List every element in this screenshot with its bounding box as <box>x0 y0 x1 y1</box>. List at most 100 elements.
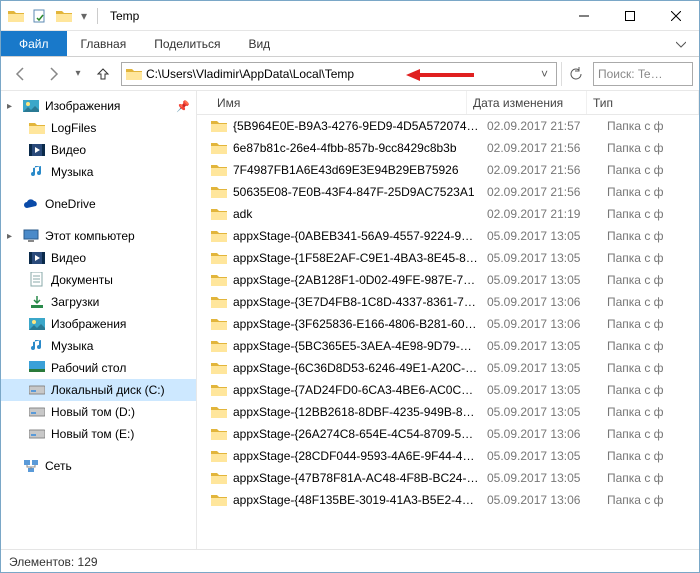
ribbon-tab-view[interactable]: Вид <box>234 31 284 56</box>
downloads-icon <box>29 294 45 310</box>
ribbon: Файл Главная Поделиться Вид <box>1 31 699 57</box>
sidebar[interactable]: ▸Изображения📌LogFilesВидеоМузыкаOneDrive… <box>1 91 197 549</box>
file-row[interactable]: appxStage-{47B78F81A-AC48-4F8B-BC24-…05.… <box>197 467 699 489</box>
sidebar-label: Видео <box>51 251 196 265</box>
file-row[interactable]: appxStage-{12BB2618-8DBF-4235-949B-8…05.… <box>197 401 699 423</box>
desktop-icon <box>29 360 45 376</box>
address-bar[interactable]: C:\Users\Vladimir\AppData\Local\Temp ˅ <box>121 62 557 86</box>
sidebar-item[interactable]: Документы <box>1 269 196 291</box>
qat-properties-icon[interactable] <box>29 5 51 27</box>
folder-icon <box>5 5 27 27</box>
sidebar-item[interactable]: Изображения <box>1 313 196 335</box>
file-row[interactable]: appxStage-{2AB128F1-0D02-49FE-987E-7…05.… <box>197 269 699 291</box>
refresh-button[interactable] <box>561 62 589 86</box>
file-row[interactable]: 6e87b81c-26e4-4fbb-857b-9cc8429c8b3b02.0… <box>197 137 699 159</box>
file-row[interactable]: 50635E08-7E0B-43F4-847F-25D9AC7523A102.0… <box>197 181 699 203</box>
sidebar-item[interactable]: Новый том (E:) <box>1 423 196 445</box>
column-type[interactable]: Тип <box>587 91 699 114</box>
file-row[interactable]: appxStage-{26A274C8-654E-4C54-8709-5…05.… <box>197 423 699 445</box>
qat-newfolder-icon[interactable] <box>53 5 75 27</box>
column-header[interactable]: Имя Дата изменения Тип <box>197 91 699 115</box>
search-placeholder: Поиск: Te… <box>598 67 688 81</box>
file-name: appxStage-{26A274C8-654E-4C54-8709-5… <box>233 427 481 441</box>
folder-icon <box>211 493 227 507</box>
address-dropdown-icon[interactable]: ˅ <box>537 67 552 81</box>
column-date[interactable]: Дата изменения <box>467 91 587 114</box>
file-row[interactable]: appxStage-{5BC365E5-3AEA-4E98-9D79-…05.0… <box>197 335 699 357</box>
video-icon <box>29 250 45 266</box>
qat-dropdown-icon[interactable]: ▾ <box>77 5 91 27</box>
file-date: 05.09.2017 13:05 <box>481 471 601 485</box>
file-row[interactable]: appxStage-{3F625836-E166-4806-B281-60…05… <box>197 313 699 335</box>
folder-icon <box>211 207 227 221</box>
search-input[interactable]: Поиск: Te… <box>593 62 693 86</box>
file-name: appxStage-{3E7D4FB8-1C8D-4337-8361-7… <box>233 295 481 309</box>
file-row[interactable]: appxStage-{48F135BE-3019-41A3-B5E2-4…05.… <box>197 489 699 511</box>
sidebar-item[interactable]: Видео <box>1 247 196 269</box>
file-row[interactable]: 7F4987FB1A6E43d69E3E94B29EB7592602.09.20… <box>197 159 699 181</box>
sidebar-item[interactable]: Музыка <box>1 161 196 183</box>
file-row[interactable]: appxStage-{6C36D8D53-6246-49E1-A20C-…05.… <box>197 357 699 379</box>
file-type: Папка с ф <box>601 449 699 463</box>
sidebar-group-header[interactable]: Сеть <box>1 455 196 477</box>
sidebar-group-header[interactable]: OneDrive <box>1 193 196 215</box>
file-date: 05.09.2017 13:05 <box>481 449 601 463</box>
file-type: Папка с ф <box>601 119 699 133</box>
sidebar-item[interactable]: Локальный диск (C:) <box>1 379 196 401</box>
minimize-button[interactable] <box>561 1 607 31</box>
sidebar-item[interactable]: Загрузки <box>1 291 196 313</box>
sidebar-item[interactable]: Видео <box>1 139 196 161</box>
status-label: Элементов: <box>9 555 74 569</box>
file-date: 05.09.2017 13:05 <box>481 251 601 265</box>
pin-icon: 📌 <box>176 100 190 113</box>
file-row[interactable]: appxStage-{7AD24FD0-6CA3-4BE6-AC0C…05.09… <box>197 379 699 401</box>
address-row: ▾ C:\Users\Vladimir\AppData\Local\Temp ˅… <box>1 57 699 91</box>
folder-icon <box>211 317 227 331</box>
sidebar-item[interactable]: Музыка <box>1 335 196 357</box>
maximize-button[interactable] <box>607 1 653 31</box>
nav-recent-dropdown[interactable]: ▾ <box>71 60 85 88</box>
onedrive-icon <box>23 196 39 212</box>
file-date: 02.09.2017 21:56 <box>481 163 601 177</box>
file-row[interactable]: {5B964E0E-B9A3-4276-9ED9-4D5A572074…02.0… <box>197 115 699 137</box>
sidebar-label: OneDrive <box>45 197 196 211</box>
nav-back-button[interactable] <box>7 60 35 88</box>
nav-up-button[interactable] <box>89 60 117 88</box>
file-row[interactable]: appxStage-{3E7D4FB8-1C8D-4337-8361-7…05.… <box>197 291 699 313</box>
folder-icon <box>211 361 227 375</box>
close-button[interactable] <box>653 1 699 31</box>
file-row[interactable]: adk02.09.2017 21:19Папка с ф <box>197 203 699 225</box>
folder-icon <box>211 141 227 155</box>
file-row[interactable]: appxStage-{1F58E2AF-C9E1-4BA3-8E45-8…05.… <box>197 247 699 269</box>
file-type: Папка с ф <box>601 251 699 265</box>
expand-icon[interactable]: ▸ <box>7 231 17 242</box>
ribbon-file-tab[interactable]: Файл <box>1 31 67 56</box>
file-type: Папка с ф <box>601 163 699 177</box>
ribbon-tab-share[interactable]: Поделиться <box>140 31 234 56</box>
expand-icon[interactable]: ▸ <box>7 101 17 112</box>
folder-icon <box>211 405 227 419</box>
nav-forward-button[interactable] <box>39 60 67 88</box>
file-date: 05.09.2017 13:05 <box>481 339 601 353</box>
sidebar-item[interactable]: Новый том (D:) <box>1 401 196 423</box>
sidebar-item[interactable]: Рабочий стол <box>1 357 196 379</box>
sidebar-item[interactable]: LogFiles <box>1 117 196 139</box>
ribbon-tab-home[interactable]: Главная <box>67 31 141 56</box>
disk-icon <box>29 382 45 398</box>
sidebar-label: Загрузки <box>51 295 196 309</box>
file-row[interactable]: appxStage-{28CDF044-9593-4A6E-9F44-4…05.… <box>197 445 699 467</box>
file-date: 05.09.2017 13:06 <box>481 493 601 507</box>
file-name: appxStage-{6C36D8D53-6246-49E1-A20C-… <box>233 361 481 375</box>
file-type: Папка с ф <box>601 471 699 485</box>
file-name: 50635E08-7E0B-43F4-847F-25D9AC7523A1 <box>233 185 481 199</box>
file-date: 05.09.2017 13:05 <box>481 361 601 375</box>
column-name[interactable]: Имя <box>197 91 467 114</box>
folder-icon <box>211 471 227 485</box>
folder-icon <box>29 120 45 136</box>
folder-icon <box>211 251 227 265</box>
sidebar-group-header[interactable]: ▸Этот компьютер <box>1 225 196 247</box>
ribbon-expand-icon[interactable] <box>663 31 699 56</box>
sidebar-label: Музыка <box>51 165 196 179</box>
file-row[interactable]: appxStage-{0ABEB341-56A9-4557-9224-9…05.… <box>197 225 699 247</box>
sidebar-group-header[interactable]: ▸Изображения📌 <box>1 95 196 117</box>
